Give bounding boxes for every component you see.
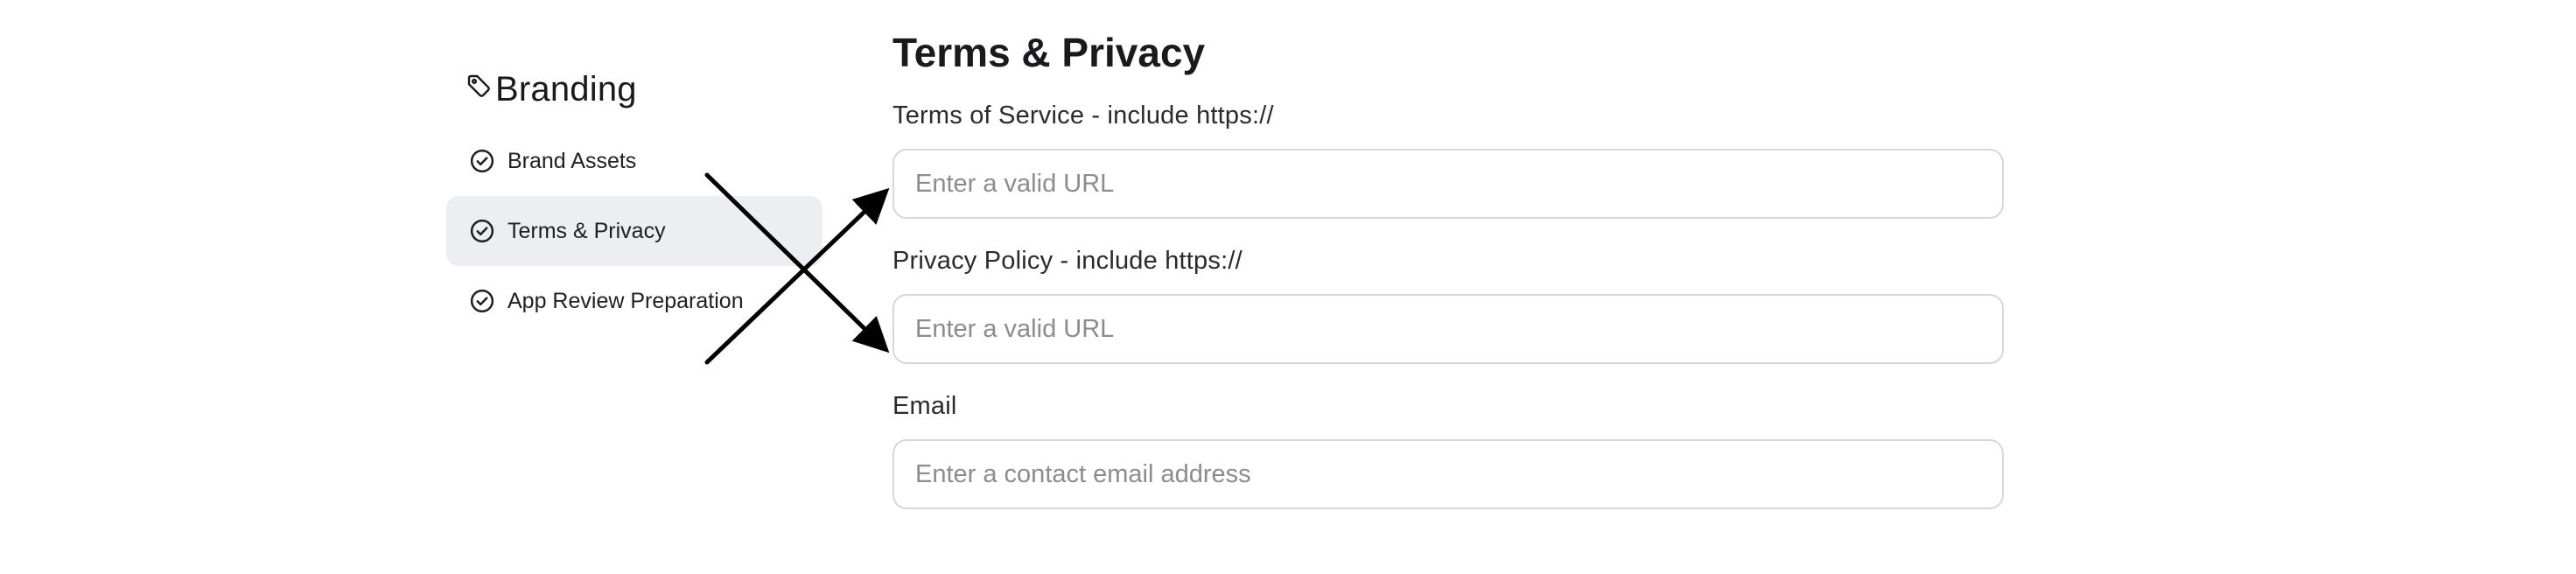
terms-of-service-label: Terms of Service - include https://: [892, 102, 1274, 130]
email-field: Email: [892, 387, 2004, 509]
page: Branding Brand Assets Terms & Privacy Ap…: [0, 0, 2576, 574]
sidebar-header: Branding: [446, 63, 822, 116]
terms-of-service-input[interactable]: [892, 149, 2004, 219]
email-input[interactable]: [892, 439, 2004, 509]
privacy-policy-input[interactable]: [892, 294, 2004, 364]
terms-of-service-field: Terms of Service - include https://: [892, 96, 2004, 219]
sidebar-item-label: Terms & Privacy: [508, 218, 666, 243]
sidebar-title: Branding: [495, 69, 637, 108]
check-circle-icon: [470, 289, 494, 313]
sidebar: Branding Brand Assets Terms & Privacy Ap…: [446, 63, 822, 336]
sidebar-item-label: Brand Assets: [508, 148, 637, 173]
check-circle-icon: [470, 219, 494, 243]
email-label: Email: [892, 392, 957, 420]
sidebar-nav: Brand Assets Terms & Privacy App Review …: [446, 126, 822, 336]
sidebar-item-app-review-preparation[interactable]: App Review Preparation: [446, 266, 822, 336]
main-content: Terms & Privacy Terms of Service - inclu…: [892, 24, 2004, 509]
sidebar-item-label: App Review Preparation: [508, 288, 744, 313]
privacy-policy-field: Privacy Policy - include https://: [892, 242, 2004, 364]
page-title: Terms & Privacy: [892, 30, 1206, 75]
tag-icon: [467, 74, 490, 97]
privacy-policy-label: Privacy Policy - include https://: [892, 247, 1242, 275]
check-circle-icon: [470, 149, 494, 173]
sidebar-item-brand-assets[interactable]: Brand Assets: [446, 126, 822, 196]
sidebar-item-terms-privacy[interactable]: Terms & Privacy: [446, 196, 822, 266]
